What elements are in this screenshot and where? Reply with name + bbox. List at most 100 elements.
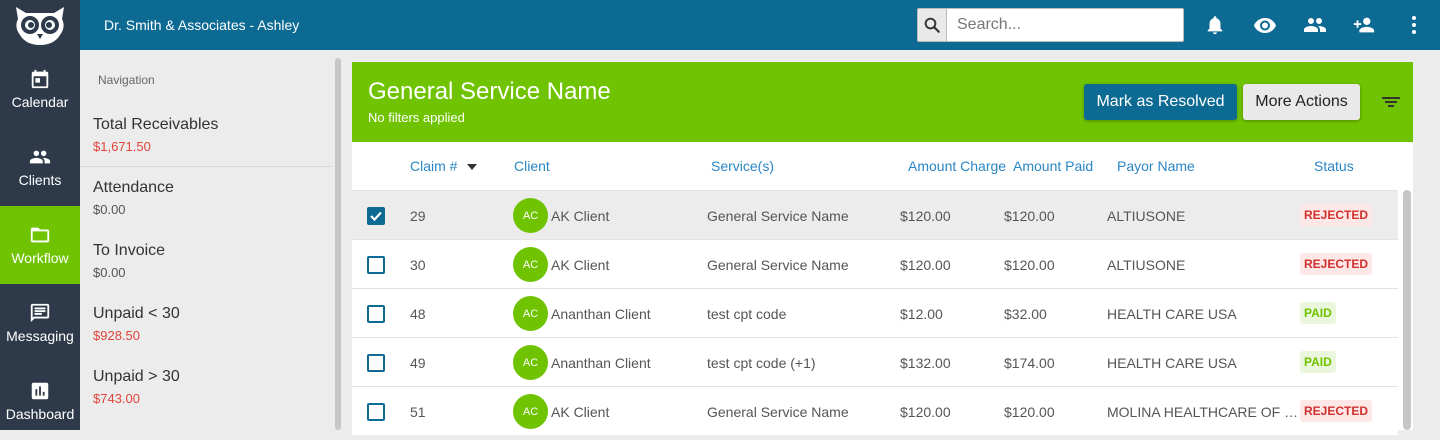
row-checkbox[interactable]: [367, 207, 385, 225]
calendar-icon: [31, 69, 49, 89]
add-person-icon[interactable]: [1352, 13, 1376, 37]
row-checkbox[interactable]: [367, 305, 385, 323]
company-name: Dr. Smith & Associates - Ashley: [104, 17, 300, 33]
sort-desc-icon: [467, 164, 478, 170]
column-header-amount-paid[interactable]: Amount Paid: [1013, 158, 1093, 174]
nav-item-messaging[interactable]: Messaging: [0, 284, 80, 362]
column-header-claim[interactable]: Claim #: [410, 158, 478, 174]
client-name[interactable]: Ananthan Client: [551, 355, 651, 371]
claim-number: 29: [410, 208, 426, 224]
amount-paid: $120.00: [1004, 208, 1055, 224]
card-subtitle: No filters applied: [368, 110, 465, 125]
column-header-services[interactable]: Service(s): [711, 158, 774, 174]
column-header-status[interactable]: Status: [1314, 158, 1354, 174]
table-row[interactable]: 51 AC AK Client General Service Name $12…: [352, 386, 1398, 435]
side-item-label: Attendance: [93, 179, 174, 196]
column-header-amount-charge[interactable]: Amount Charge: [908, 158, 1006, 174]
nav-item-workflow[interactable]: Workflow: [0, 206, 80, 284]
claim-number: 51: [410, 404, 426, 420]
side-panel-heading: Navigation: [98, 73, 155, 87]
nav-item-clients[interactable]: Clients: [0, 128, 80, 206]
side-item-value: $928.50: [93, 328, 140, 343]
message-icon: [30, 303, 50, 323]
side-panel: Navigation Total Receivables $1,671.50 A…: [80, 50, 332, 430]
owl-logo-icon[interactable]: [0, 0, 80, 50]
nav-item-dashboard[interactable]: Dashboard: [0, 362, 80, 440]
search-button[interactable]: [917, 8, 947, 42]
row-checkbox[interactable]: [367, 354, 385, 372]
more-vert-icon[interactable]: [1402, 13, 1426, 37]
payor-name: ALTIUSONE: [1107, 208, 1186, 224]
side-item-attendance[interactable]: Attendance $0.00: [93, 179, 331, 217]
chart-icon: [31, 382, 49, 400]
service-name: General Service Name: [707, 208, 849, 224]
side-item-unpaid-under-30[interactable]: Unpaid < 30 $928.50: [93, 305, 331, 343]
side-item-value: $0.00: [93, 265, 126, 280]
claim-number: 48: [410, 306, 426, 322]
side-item-total-receivables[interactable]: Total Receivables $1,671.50: [93, 116, 331, 154]
payor-name: HEALTH CARE USA: [1107, 355, 1237, 371]
search-icon: [924, 17, 940, 33]
row-checkbox[interactable]: [367, 256, 385, 274]
service-name: test cpt code (+1): [707, 355, 816, 371]
side-item-label: Unpaid > 30: [93, 368, 180, 385]
avatar: AC: [513, 247, 548, 282]
side-panel-scrollbar[interactable]: [335, 58, 341, 430]
eye-icon[interactable]: [1253, 13, 1277, 37]
row-checkbox[interactable]: [367, 403, 385, 421]
client-name[interactable]: AK Client: [551, 208, 609, 224]
status-badge: REJECTED: [1300, 253, 1373, 275]
amount-charge: $120.00: [900, 208, 951, 224]
nav-label: Workflow: [11, 250, 69, 266]
status-badge: PAID: [1300, 302, 1336, 324]
amount-paid: $120.00: [1004, 257, 1055, 273]
top-bar: Dr. Smith & Associates - Ashley: [0, 0, 1440, 50]
table-row[interactable]: 30 AC AK Client General Service Name $12…: [352, 239, 1398, 288]
avatar: AC: [513, 345, 548, 380]
amount-charge: $120.00: [900, 257, 951, 273]
status-badge: REJECTED: [1300, 204, 1373, 226]
service-name: test cpt code: [707, 306, 787, 322]
check-icon: [370, 211, 382, 222]
column-header-client[interactable]: Client: [514, 158, 550, 174]
side-item-unpaid-over-30[interactable]: Unpaid > 30 $743.00: [93, 368, 331, 406]
avatar: AC: [513, 198, 548, 233]
amount-paid: $174.00: [1004, 355, 1055, 371]
table-scrollbar[interactable]: [1403, 190, 1411, 430]
folder-icon: [30, 227, 50, 243]
payor-name: MOLINA HEALTHCARE OF …: [1107, 404, 1299, 420]
nav-label: Clients: [18, 172, 62, 188]
amount-charge: $120.00: [900, 404, 951, 420]
client-name[interactable]: Ananthan Client: [551, 306, 651, 322]
claim-number: 30: [410, 257, 426, 273]
people-icon: [29, 150, 51, 164]
amount-paid: $120.00: [1004, 404, 1055, 420]
table-row[interactable]: 48 AC Ananthan Client test cpt code $12.…: [352, 288, 1398, 337]
nav-item-calendar[interactable]: Calendar: [0, 50, 80, 128]
filter-icon[interactable]: [1379, 90, 1403, 114]
column-header-label: Claim #: [410, 158, 458, 174]
status-badge: PAID: [1300, 351, 1336, 373]
client-name[interactable]: AK Client: [551, 404, 609, 420]
avatar: AC: [513, 296, 548, 331]
mark-resolved-button[interactable]: Mark as Resolved: [1084, 84, 1237, 120]
side-item-value: $0.00: [93, 202, 126, 217]
search-input[interactable]: [946, 8, 1184, 42]
amount-charge: $132.00: [900, 355, 951, 371]
side-divider: [80, 166, 331, 167]
client-name[interactable]: AK Client: [551, 257, 609, 273]
nav-label: Dashboard: [5, 406, 75, 422]
column-header-payor[interactable]: Payor Name: [1117, 158, 1195, 174]
nav-label: Messaging: [6, 328, 74, 344]
bell-icon[interactable]: [1203, 13, 1227, 37]
side-item-to-invoice[interactable]: To Invoice $0.00: [93, 242, 331, 280]
table-row[interactable]: 29 AC AK Client General Service Name $12…: [352, 190, 1398, 239]
status-badge: REJECTED: [1300, 400, 1373, 422]
table-row[interactable]: 49 AC Ananthan Client test cpt code (+1)…: [352, 337, 1398, 386]
side-item-label: Total Receivables: [93, 116, 219, 133]
card-title: General Service Name: [368, 78, 611, 105]
people-icon[interactable]: [1303, 13, 1327, 37]
avatar: AC: [513, 394, 548, 429]
more-actions-button[interactable]: More Actions: [1243, 84, 1360, 120]
side-item-label: To Invoice: [93, 242, 166, 259]
